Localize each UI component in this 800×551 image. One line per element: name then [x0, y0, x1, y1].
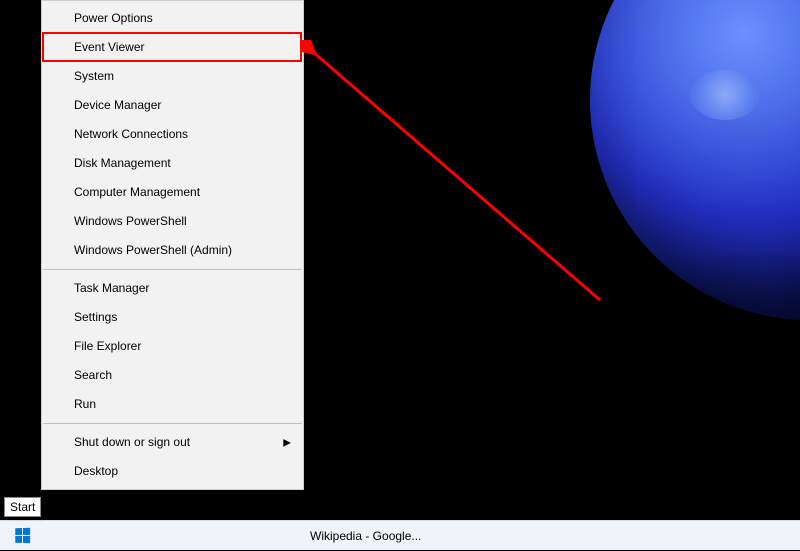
menu-item-powershell[interactable]: Windows PowerShell: [42, 207, 303, 236]
menu-item-system[interactable]: System: [42, 62, 303, 91]
winx-context-menu: Power Options Event Viewer System Device…: [41, 0, 304, 490]
menu-item-powershell-admin[interactable]: Windows PowerShell (Admin): [42, 236, 303, 265]
taskbar-spacer: [44, 521, 302, 551]
menu-item-task-manager[interactable]: Task Manager: [42, 274, 303, 303]
menu-item-settings[interactable]: Settings: [42, 303, 303, 332]
chevron-right-icon: ▶: [283, 428, 291, 457]
menu-item-network-connections[interactable]: Network Connections: [42, 120, 303, 149]
menu-item-power-options[interactable]: Power Options: [42, 4, 303, 33]
menu-item-event-viewer[interactable]: Event Viewer: [42, 33, 303, 62]
taskbar: Wikipedia - Google...: [0, 520, 800, 550]
menu-item-run[interactable]: Run: [42, 390, 303, 419]
windows-logo-icon: [15, 528, 30, 543]
menu-item-label: Shut down or sign out: [74, 435, 190, 449]
start-tooltip: Start: [4, 497, 41, 517]
menu-separator: [43, 269, 302, 270]
wallpaper-planet: [590, 0, 800, 320]
menu-item-device-manager[interactable]: Device Manager: [42, 91, 303, 120]
taskbar-browser-window[interactable]: Wikipedia - Google...: [302, 521, 429, 551]
menu-item-search[interactable]: Search: [42, 361, 303, 390]
menu-separator: [43, 423, 302, 424]
menu-item-file-explorer[interactable]: File Explorer: [42, 332, 303, 361]
menu-item-disk-management[interactable]: Disk Management: [42, 149, 303, 178]
menu-item-computer-management[interactable]: Computer Management: [42, 178, 303, 207]
menu-item-shutdown[interactable]: Shut down or sign out ▶: [42, 428, 303, 457]
menu-item-desktop[interactable]: Desktop: [42, 457, 303, 486]
start-button[interactable]: [0, 521, 44, 551]
